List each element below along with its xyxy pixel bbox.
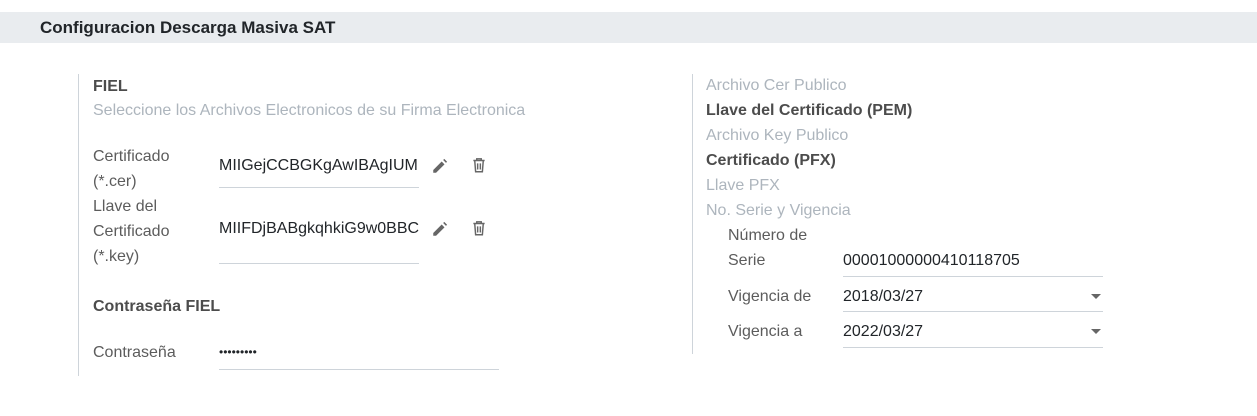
contrasena-label: Contraseña: [93, 344, 176, 361]
vigencia-de-field[interactable]: 2018/03/27: [843, 284, 923, 309]
llave-label: Llave del: [93, 198, 158, 215]
section-title: Configuracion Descarga Masiva SAT: [40, 17, 336, 37]
caret-down-icon[interactable]: [1091, 329, 1101, 334]
certificado-pfx-label: Certificado (PFX): [706, 152, 836, 169]
llave-field[interactable]: MIIFDjBABgkqhkiG9w0BBC: [219, 216, 421, 241]
llave-pem-label: Llave del Certificado (PEM): [706, 102, 913, 119]
vigencia-a-underline: [843, 347, 1103, 348]
delete-certificado-button[interactable]: [470, 156, 488, 174]
trash-icon: [473, 158, 485, 173]
contrasena-input-underline: [219, 369, 499, 370]
delete-llave-button[interactable]: [470, 219, 488, 237]
trash-icon: [473, 221, 485, 236]
section-header: Configuracion Descarga Masiva SAT: [0, 12, 1257, 43]
pencil-icon: [433, 158, 448, 173]
llave-label-2: Certificado: [93, 223, 170, 240]
archivo-cer-publico-label: Archivo Cer Publico: [706, 77, 847, 94]
numero-serie-field[interactable]: 00001000000410118705: [843, 248, 1020, 273]
llave-pfx-label: Llave PFX: [706, 177, 780, 194]
vigencia-a-label: Vigencia a: [728, 323, 803, 340]
vigencia-a-field[interactable]: 2022/03/27: [843, 319, 923, 344]
fiel-subtitle: Seleccione los Archivos Electronicos de …: [93, 102, 526, 119]
llave-field-underline: [219, 263, 419, 264]
edit-certificado-button[interactable]: [431, 157, 449, 175]
caret-down-icon[interactable]: [1091, 294, 1101, 299]
certificado-field-underline: [219, 187, 419, 188]
vigencia-de-label: Vigencia de: [728, 288, 812, 305]
numero-serie-label-2: Serie: [728, 252, 766, 269]
fiel-title: FIEL: [93, 78, 128, 95]
serie-vigencia-label: No. Serie y Vigencia: [706, 202, 851, 219]
numero-serie-label: Número de: [728, 227, 808, 244]
edit-llave-button[interactable]: [431, 220, 449, 238]
certificado-label-ext: (*.cer): [93, 173, 137, 190]
pencil-icon: [433, 221, 448, 236]
vigencia-de-underline: [843, 311, 1103, 312]
contrasena-section-title: Contraseña FIEL: [93, 298, 221, 315]
certificado-field[interactable]: MIIGejCCBGKgAwIBAgIUM: [219, 153, 421, 178]
contrasena-input[interactable]: •••••••••: [219, 340, 257, 365]
archivo-key-publico-label: Archivo Key Publico: [706, 127, 849, 144]
llave-label-ext: (*.key): [93, 248, 140, 265]
numero-serie-underline: [843, 276, 1103, 277]
certificado-label: Certificado: [93, 148, 170, 165]
